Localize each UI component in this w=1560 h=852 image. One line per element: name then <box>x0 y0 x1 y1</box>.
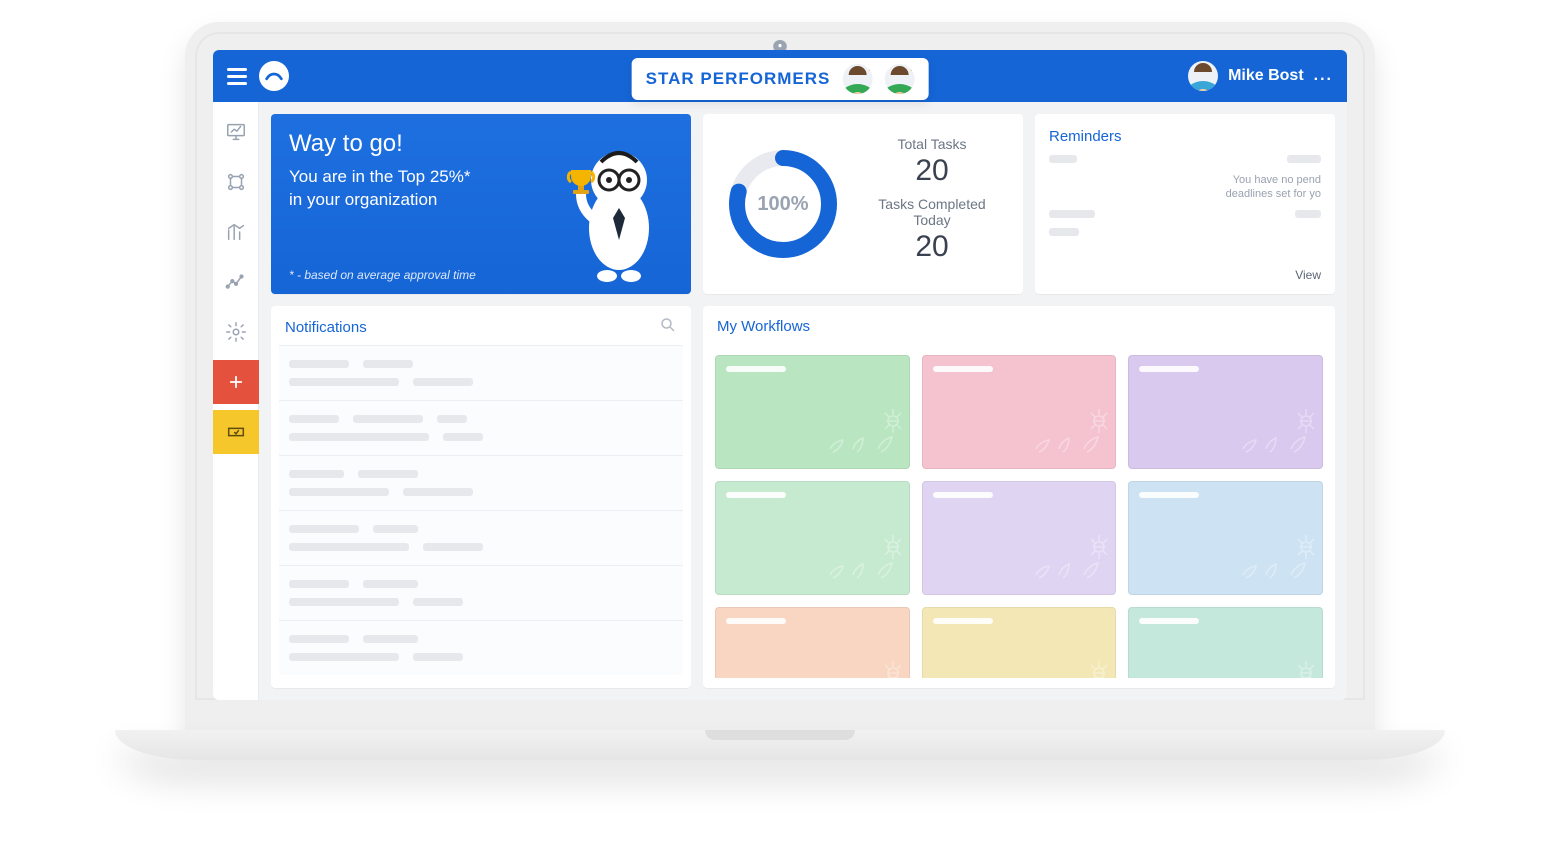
list-item[interactable] <box>279 565 683 620</box>
sprout-icon <box>823 407 903 462</box>
tile-title-placeholder <box>933 492 993 498</box>
workflow-tile[interactable] <box>1128 481 1323 595</box>
tile-title-placeholder <box>1139 492 1199 498</box>
reminders-view-link[interactable]: View <box>1049 268 1321 282</box>
reminders-empty: You have no pend deadlines set for yo <box>1049 173 1321 202</box>
content-area: Way to go! You are in the Top 25%* in yo… <box>213 102 1347 700</box>
tile-title-placeholder <box>933 618 993 624</box>
star-icon: ★ <box>866 64 873 75</box>
completion-gauge-card: 100% Total Tasks 20 Tasks Completed Toda… <box>703 114 1023 294</box>
workflow-tile[interactable] <box>922 481 1117 595</box>
tile-title-placeholder <box>933 366 993 372</box>
gear-icon <box>225 321 247 343</box>
avatar: ★ <box>884 64 914 94</box>
top-bar: STAR PERFORMERS ★ ★ Mike Bost .. <box>213 50 1347 102</box>
laptop-mockup: STAR PERFORMERS ★ ★ Mike Bost .. <box>185 22 1375 760</box>
dashboard-grid: Way to go! You are in the Top 25%* in yo… <box>259 102 1347 700</box>
workflow-tile[interactable] <box>1128 355 1323 469</box>
tasks-completed-value: 20 <box>861 232 1003 262</box>
tasks-completed-label: Tasks Completed Today <box>861 196 1003 228</box>
list-item[interactable] <box>279 620 683 675</box>
ticket-icon <box>225 421 247 443</box>
mascot-icon <box>559 138 679 288</box>
sprout-icon <box>1236 533 1316 588</box>
notifications-title: Notifications <box>285 319 367 336</box>
nodes-icon <box>225 171 247 193</box>
completion-gauge: 100% <box>723 144 843 264</box>
gauge-percent: 100% <box>723 144 843 264</box>
trend-icon <box>225 271 247 293</box>
tile-title-placeholder <box>726 618 786 624</box>
app-logo[interactable] <box>259 61 289 91</box>
laptop-bezel: STAR PERFORMERS ★ ★ Mike Bost .. <box>185 22 1375 730</box>
list-item[interactable] <box>279 510 683 565</box>
nav-analytics[interactable] <box>213 260 259 304</box>
laptop-base <box>115 730 1445 760</box>
tile-title-placeholder <box>726 492 786 498</box>
sprout-icon <box>823 533 903 588</box>
monitor-chart-icon <box>225 121 247 143</box>
banner-sub-line2: in your organization <box>289 190 437 209</box>
workflow-tile[interactable] <box>715 481 910 595</box>
list-item[interactable] <box>279 400 683 455</box>
nav-org[interactable] <box>213 160 259 204</box>
workflow-tile[interactable] <box>1128 607 1323 678</box>
workflow-grid <box>711 351 1327 678</box>
nav-settings[interactable] <box>213 310 259 354</box>
task-stats: Total Tasks 20 Tasks Completed Today 20 <box>861 136 1003 272</box>
sprout-icon <box>1029 407 1109 462</box>
tile-title-placeholder <box>726 366 786 372</box>
total-tasks-value: 20 <box>861 156 1003 186</box>
reminders-title: Reminders <box>1049 128 1321 145</box>
workflow-tile[interactable] <box>922 607 1117 678</box>
congrats-banner: Way to go! You are in the Top 25%* in yo… <box>271 114 691 294</box>
search-button[interactable] <box>659 316 677 339</box>
ticket-button[interactable] <box>213 410 259 454</box>
overflow-icon: ... <box>1314 67 1333 85</box>
sprout-icon <box>823 659 903 678</box>
notifications-list[interactable] <box>279 345 683 678</box>
workflows-panel: My Workflows <box>703 306 1335 688</box>
list-item[interactable] <box>279 455 683 510</box>
nav-reports[interactable] <box>213 210 259 254</box>
nav-dashboard[interactable] <box>213 110 259 154</box>
workflow-tile[interactable] <box>922 355 1117 469</box>
side-rail <box>213 102 259 700</box>
sprout-icon <box>1236 407 1316 462</box>
list-item[interactable] <box>279 345 683 400</box>
user-name: Mike Bost <box>1228 67 1304 85</box>
plus-icon <box>227 373 245 391</box>
tile-title-placeholder <box>1139 366 1199 372</box>
new-button[interactable] <box>213 360 259 404</box>
total-tasks-label: Total Tasks <box>861 136 1003 152</box>
star-icon: ★ <box>908 64 915 75</box>
search-icon <box>659 316 677 334</box>
tile-title-placeholder <box>1139 618 1199 624</box>
workflows-title: My Workflows <box>711 318 1327 335</box>
user-avatar <box>1188 61 1218 91</box>
bar-growth-icon <box>225 221 247 243</box>
user-menu[interactable]: Mike Bost ... <box>1188 61 1333 91</box>
sprout-icon <box>1029 659 1109 678</box>
reminders-panel: Reminders You have no pend deadlines set… <box>1035 114 1335 294</box>
workflow-tile[interactable] <box>715 607 910 678</box>
workflow-tile[interactable] <box>715 355 910 469</box>
swoosh-icon <box>263 65 285 87</box>
sprout-icon <box>1236 659 1316 678</box>
banner-sub-line1: You are in the Top 25%* <box>289 167 470 186</box>
star-performers-panel[interactable]: STAR PERFORMERS ★ ★ <box>632 58 929 100</box>
notifications-panel: Notifications <box>271 306 691 688</box>
reminders-list: You have no pend deadlines set for yo <box>1049 155 1321 268</box>
banner-footnote: * - based on average approval time <box>289 268 476 282</box>
sprout-icon <box>1029 533 1109 588</box>
avatar: ★ <box>842 64 872 94</box>
app-screen: STAR PERFORMERS ★ ★ Mike Bost .. <box>213 50 1347 700</box>
menu-button[interactable] <box>227 68 247 85</box>
star-performers-label: STAR PERFORMERS <box>646 69 831 89</box>
